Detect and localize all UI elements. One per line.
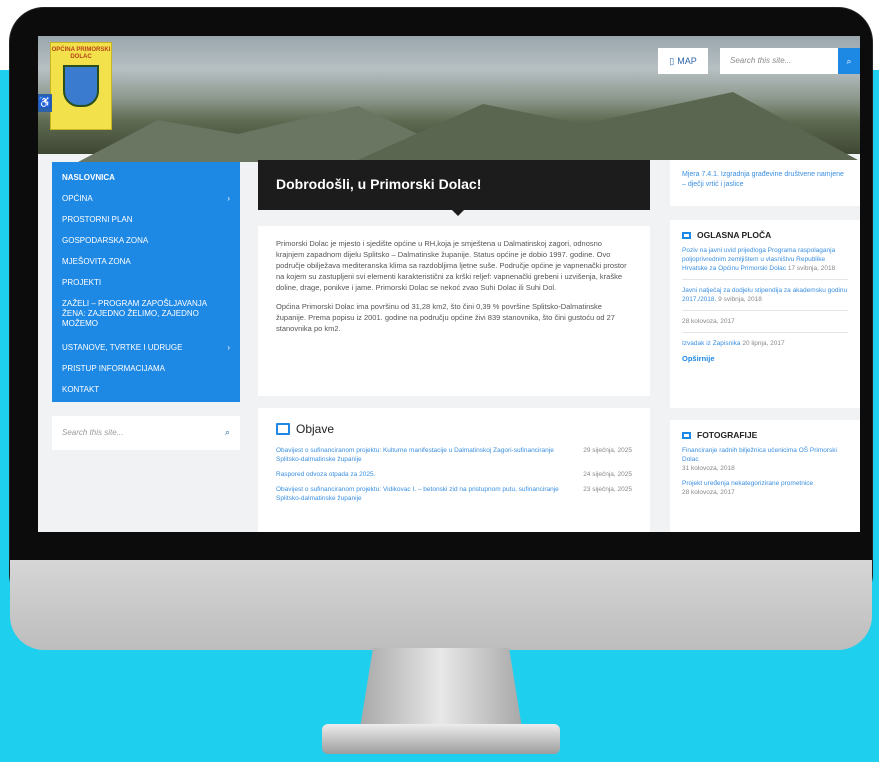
oglasna-date: 20 lipnja, 2017: [742, 340, 785, 347]
list-item: Raspored odvoza otpada za 2025. 24 siječ…: [276, 470, 632, 479]
list-item: Obavijest o sufinanciranom projektu: Vid…: [276, 485, 632, 503]
website-screen: OPĆINA PRIMORSKI DOLAC ♿ ▯ MAP Search th…: [38, 36, 860, 532]
featured-link[interactable]: Mjera 7.4.1. Izgradnja građevine društve…: [682, 171, 844, 188]
list-item[interactable]: 28 kolovoza, 2017: [682, 317, 848, 326]
map-button[interactable]: ▯ MAP: [658, 48, 708, 74]
map-icon: ▯: [669, 55, 675, 66]
list-item[interactable]: Poziv na javni uvid prijedloga Programa …: [682, 246, 848, 273]
divider: [682, 279, 848, 280]
nav-item-naslovnica[interactable]: NASLOVNICA: [52, 170, 240, 191]
foto-link[interactable]: Projekt uređenja nekategoriziranе promet…: [682, 480, 813, 487]
nav-label: GOSPODARSKA ZONA: [62, 236, 149, 245]
fotografije-header: FOTOGRAFIJE: [682, 430, 848, 440]
main-navigation: NASLOVNICA OPĆINA › PROSTORNI PLAN GOSPOD…: [52, 162, 240, 402]
fotografije-widget: FOTOGRAFIJE Financiranje radnih bilježni…: [670, 420, 860, 532]
list-item[interactable]: Financiranje radnih bilježnica učenicima…: [682, 446, 848, 473]
fotografije-title: FOTOGRAFIJE: [697, 430, 758, 440]
nav-label: OPĆINA: [62, 194, 93, 203]
nav-label: MJEŠOVITA ZONA: [62, 257, 131, 266]
objave-link[interactable]: Obavijest o sufinanciranom projektu: Kul…: [276, 446, 576, 464]
map-label: MAP: [677, 56, 697, 66]
nav-item-zazeli[interactable]: ZAŽELI – PROGRAM ZAPOŠLJAVANJA ŽENA: ZAJ…: [52, 296, 240, 340]
featured-link-box: Mjera 7.4.1. Izgradnja građevine društve…: [670, 160, 860, 206]
oglasna-link[interactable]: Javni natječaj za dodjelu stipendija za …: [682, 287, 847, 303]
search-placeholder: Search this site...: [62, 428, 124, 437]
nav-label: ZAŽELI – PROGRAM ZAPOŠLJAVANJA ŽENA: ZAJ…: [62, 299, 207, 328]
nav-item-opcina[interactable]: OPĆINA ›: [52, 191, 240, 212]
list-item[interactable]: Izvadak iz Zapisnika 20 lipnja, 2017: [682, 339, 848, 348]
page: OPĆINA PRIMORSKI DOLAC ♿ ▯ MAP Search th…: [0, 0, 879, 762]
photo-icon: [682, 431, 691, 439]
monitor-stand-neck: [360, 648, 522, 728]
list-item: Obavijest o sufinanciranom projektu: Kul…: [276, 446, 632, 464]
oglasna-title: OGLASNA PLOČA: [697, 230, 772, 240]
search-icon[interactable]: ⌕: [838, 48, 860, 74]
list-item[interactable]: Projekt uređenja nekategoriziranе promet…: [682, 479, 848, 497]
nav-label: USTANOVE, TVRTKE I UDRUGE: [62, 343, 183, 352]
intro-text: Primorski Dolac je mjesto i sjedište opć…: [258, 226, 650, 396]
objave-header: Objave: [276, 422, 632, 436]
chevron-right-icon: ›: [227, 343, 230, 352]
oglasna-link[interactable]: Izvadak iz Zapisnika: [682, 340, 741, 347]
header-search-input[interactable]: Search this site...: [720, 48, 838, 74]
nav-label: PRISTUP INFORMACIJAMA: [62, 364, 165, 373]
list-item[interactable]: Javni natječaj za dodjelu stipendija za …: [682, 286, 848, 304]
welcome-title: Dobrodošli, u Primorski Dolac!: [258, 160, 650, 210]
oglasna-date: 28 kolovoza, 2017: [682, 318, 735, 325]
logo-text: OPĆINA PRIMORSKI DOLAC: [51, 47, 111, 60]
nav-label: KONTAKT: [62, 385, 100, 394]
objave-date: 23 siječnja, 2025: [583, 486, 632, 493]
oglasna-ploca-widget: OGLASNA PLOČA Poziv na javni uvid prijed…: [670, 220, 860, 408]
megaphone-icon: [682, 231, 691, 239]
header-mountain: [358, 92, 858, 160]
coat-of-arms-icon: [63, 65, 99, 107]
objave-link[interactable]: Raspored odvoza otpada za 2025.: [276, 470, 576, 479]
nav-item-projekti[interactable]: PROJEKTI: [52, 275, 240, 296]
welcome-title-pointer: [452, 210, 464, 216]
sidebar-search-input[interactable]: Search this site... ⌕: [52, 416, 240, 450]
nav-item-prostorni-plan[interactable]: PROSTORNI PLAN: [52, 212, 240, 233]
objave-section: Objave Obavijest o sufinanciranom projek…: [258, 408, 650, 532]
chevron-right-icon: ›: [227, 194, 230, 203]
nav-item-gospodarska-zona[interactable]: GOSPODARSKA ZONA: [52, 233, 240, 254]
foto-date: 28 kolovoza, 2017: [682, 489, 735, 496]
accessibility-icon[interactable]: ♿: [38, 94, 52, 112]
oglasna-header: OGLASNA PLOČA: [682, 230, 848, 240]
objave-link[interactable]: Obavijest o sufinanciranom projektu: Vid…: [276, 485, 576, 503]
oglasna-date: 17 svibnja, 2018: [787, 265, 836, 272]
objave-date: 24 siječnja, 2025: [583, 471, 632, 478]
foto-date: 31 kolovoza, 2018: [682, 465, 735, 472]
foto-link[interactable]: Financiranje radnih bilježnica učenicima…: [682, 447, 837, 463]
objave-title: Objave: [296, 422, 335, 436]
nav-label: PROJEKTI: [62, 278, 102, 287]
nav-item-mjesovita-zona[interactable]: MJEŠOVITA ZONA: [52, 254, 240, 275]
intro-paragraph: Općina Primorski Dolac ima površinu od 3…: [276, 302, 615, 333]
site-logo[interactable]: OPĆINA PRIMORSKI DOLAC: [50, 42, 112, 130]
monitor-chin: [10, 560, 872, 650]
monitor-stand-base: [322, 724, 560, 754]
nav-label: NASLOVNICA: [62, 173, 115, 182]
oglasna-date: 9 svibnja, 2018: [718, 296, 762, 303]
nav-item-kontakt[interactable]: KONTAKT: [52, 382, 240, 403]
read-more-link[interactable]: Opširnije: [682, 354, 848, 363]
nav-label: PROSTORNI PLAN: [62, 215, 133, 224]
nav-item-ustanove[interactable]: USTANOVE, TVRTKE I UDRUGE ›: [52, 340, 240, 361]
objave-date: 29 siječnja, 2025: [583, 447, 632, 454]
intro-paragraph: Primorski Dolac je mjesto i sjedište opć…: [276, 239, 627, 292]
divider: [682, 332, 848, 333]
nav-item-pristup-informacijama[interactable]: PRISTUP INFORMACIJAMA: [52, 361, 240, 382]
site-header: OPĆINA PRIMORSKI DOLAC ♿ ▯ MAP Search th…: [38, 36, 860, 162]
search-icon[interactable]: ⌕: [225, 427, 230, 438]
divider: [682, 310, 848, 311]
book-icon: [276, 423, 290, 435]
